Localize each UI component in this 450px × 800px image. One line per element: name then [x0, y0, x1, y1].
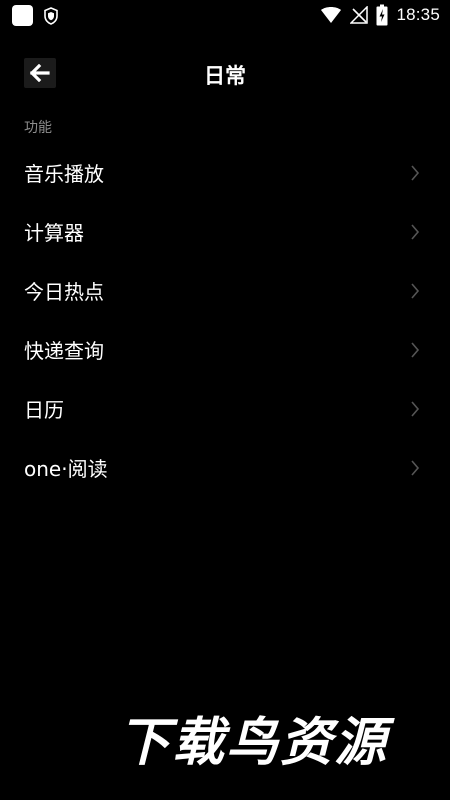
list-item-label: 计算器 — [24, 221, 84, 245]
list-item-label: 快递查询 — [24, 339, 104, 363]
chevron-right-icon — [411, 401, 420, 417]
list-item-label: one·阅读 — [24, 457, 108, 481]
list-item-calendar[interactable]: 日历 — [0, 379, 450, 438]
status-bar-left — [12, 5, 59, 26]
wifi-icon — [321, 7, 342, 23]
chevron-right-icon — [411, 460, 420, 476]
app-icon — [12, 5, 33, 26]
list-item-express-tracking[interactable]: 快递查询 — [0, 320, 450, 379]
list-item-music-player[interactable]: 音乐播放 — [0, 143, 450, 202]
feature-list: 音乐播放 计算器 今日热点 快递查询 日历 one·阅读 — [0, 143, 450, 497]
app-bar: 日常 — [0, 40, 450, 104]
status-bar: 18:35 — [0, 0, 450, 32]
chevron-right-icon — [411, 342, 420, 358]
list-item-label: 今日热点 — [24, 280, 104, 304]
status-bar-right: 18:35 — [320, 4, 440, 26]
section-header: 功能 — [24, 120, 52, 136]
list-item-hot-news[interactable]: 今日热点 — [0, 261, 450, 320]
watermark: 下载鸟资源 — [118, 713, 389, 773]
shield-icon — [44, 6, 58, 25]
chevron-right-icon — [411, 165, 420, 181]
list-item-label: 音乐播放 — [24, 162, 104, 186]
list-item-label: 日历 — [24, 398, 64, 422]
chevron-right-icon — [411, 224, 420, 240]
status-time: 18:35 — [396, 5, 440, 24]
battery-charging-icon — [376, 4, 388, 26]
page-title: 日常 — [204, 64, 246, 88]
list-item-one-reading[interactable]: one·阅读 — [0, 438, 450, 497]
list-item-calculator[interactable]: 计算器 — [0, 202, 450, 261]
chevron-right-icon — [411, 283, 420, 299]
signal-icon — [350, 6, 369, 24]
